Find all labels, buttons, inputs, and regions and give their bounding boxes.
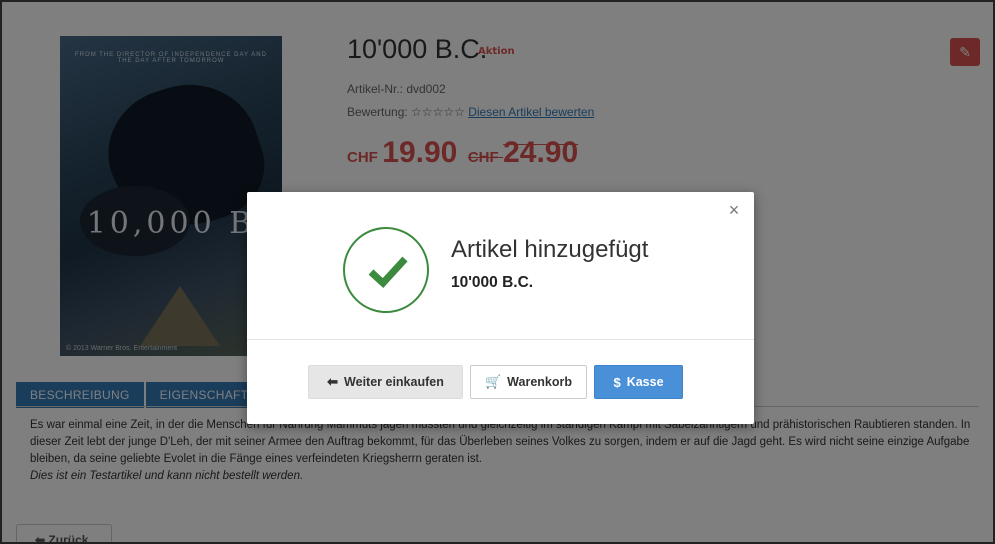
success-indicator bbox=[343, 227, 429, 313]
cart-button[interactable]: 🛒 Warenkorb bbox=[470, 365, 587, 399]
close-icon[interactable]: × bbox=[724, 200, 744, 220]
modal-product-name: 10'000 B.C. bbox=[451, 274, 534, 291]
continue-shopping-button[interactable]: ⬅ Weiter einkaufen bbox=[308, 365, 463, 399]
added-to-cart-modal: × Artikel hinzugefügt 10'000 B.C. ⬅ Weit… bbox=[247, 192, 754, 424]
modal-divider bbox=[247, 339, 754, 340]
cart-icon: 🛒 bbox=[484, 374, 502, 389]
browser-frame: FROM THE DIRECTOR OF INDEPENDENCE DAY AN… bbox=[0, 0, 995, 544]
continue-shopping-label: Weiter einkaufen bbox=[344, 375, 444, 389]
dollar-circle-icon: $ bbox=[613, 374, 621, 390]
modal-heading: Artikel hinzugefügt bbox=[451, 236, 649, 263]
check-icon bbox=[368, 256, 408, 288]
cart-label: Warenkorb bbox=[507, 375, 572, 389]
arrow-left-icon: ⬅ bbox=[327, 374, 339, 389]
checkout-label: Kasse bbox=[626, 375, 664, 389]
checkout-button[interactable]: $ Kasse bbox=[594, 365, 683, 399]
